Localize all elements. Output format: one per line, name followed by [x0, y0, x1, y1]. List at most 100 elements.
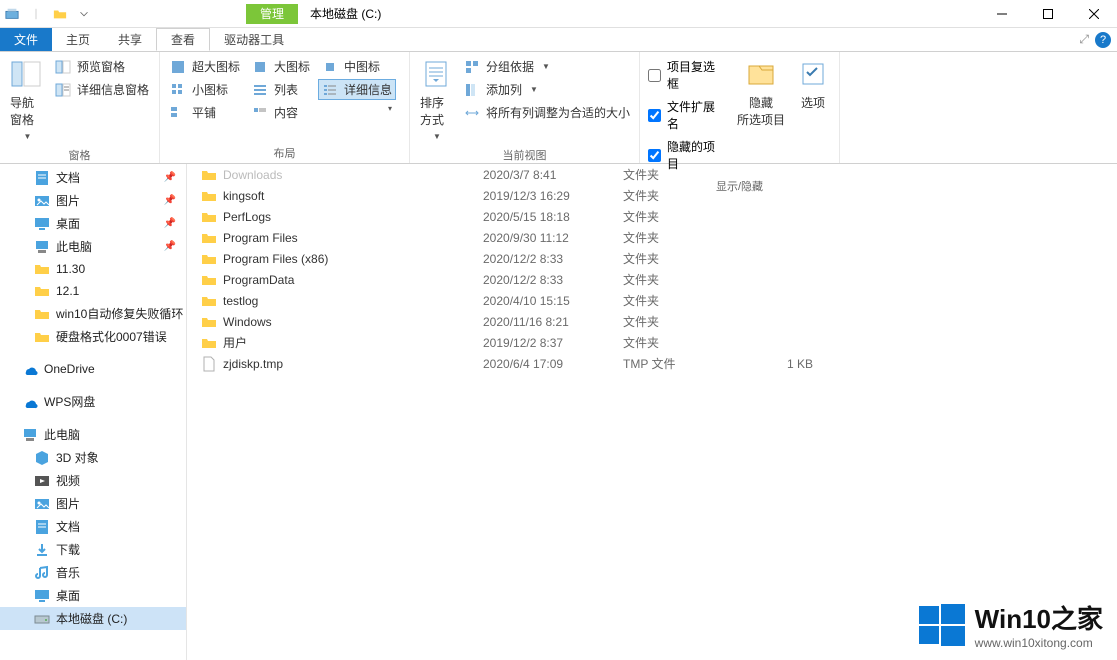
file-row-1[interactable]: kingsoft 2019/12/3 16:29 文件夹	[187, 185, 1117, 206]
sidebar-quick-4[interactable]: 11.30	[0, 258, 186, 280]
contextual-tab-manage[interactable]: 管理	[246, 4, 298, 24]
file-name: Program Files (x86)	[223, 252, 483, 266]
sidebar-pc-1[interactable]: 视频	[0, 469, 186, 492]
minimize-button[interactable]	[979, 0, 1025, 28]
sidebar-quick-7[interactable]: 硬盘格式化0007错误	[0, 325, 186, 348]
file-row-5[interactable]: ProgramData 2020/12/2 8:33 文件夹	[187, 269, 1117, 290]
details-pane-button[interactable]: 详细信息窗格	[51, 79, 153, 100]
item-checkboxes-toggle[interactable]: 项目复选框	[646, 56, 729, 94]
pin-icon: 📌	[164, 195, 176, 206]
ribbon-group-panes: 导航窗格 ▼ 预览窗格 详细信息窗格 窗格	[0, 52, 160, 163]
sidebar-quick-1[interactable]: 图片📌	[0, 189, 186, 212]
tab-drive-tools[interactable]: 驱动器工具	[210, 28, 298, 51]
file-row-9[interactable]: zjdiskp.tmp 2020/6/4 17:09 TMP 文件 1 KB	[187, 353, 1117, 374]
sort-by-button[interactable]: 排序方式 ▼	[414, 54, 458, 145]
file-name: Downloads	[223, 168, 483, 182]
navigation-pane[interactable]: 文档📌图片📌桌面📌此电脑📌11.3012.1win10自动修复失败循环硬盘格式化…	[0, 164, 187, 660]
group-label-panes: 窗格	[4, 145, 155, 165]
sidebar-quick-2[interactable]: 桌面📌	[0, 212, 186, 235]
quick-access-toolbar	[0, 0, 96, 27]
window-title: 本地磁盘 (C:)	[310, 5, 381, 22]
file-date: 2020/5/15 18:18	[483, 210, 623, 224]
nav-pane-button[interactable]: 导航窗格 ▼	[4, 54, 49, 145]
file-date: 2019/12/2 8:37	[483, 336, 623, 350]
content-button[interactable]: 内容	[248, 102, 314, 123]
file-type: 文件夹	[623, 187, 743, 204]
chevron-down-icon: ▾	[388, 104, 392, 113]
add-columns-button[interactable]: 添加列▼	[460, 79, 634, 100]
hide-selected-button[interactable]: 隐藏 所选项目	[731, 54, 791, 132]
extra-large-icons-button[interactable]: 超大图标	[166, 56, 244, 77]
nav-pane-label: 导航窗格	[10, 94, 43, 128]
file-row-7[interactable]: Windows 2020/11/16 8:21 文件夹	[187, 311, 1117, 332]
tiles-button[interactable]: 平铺	[166, 102, 244, 123]
sidebar-pc-2[interactable]: 图片	[0, 492, 186, 515]
sidebar-quick-5[interactable]: 12.1	[0, 280, 186, 302]
file-row-4[interactable]: Program Files (x86) 2020/12/2 8:33 文件夹	[187, 248, 1117, 269]
list-button[interactable]: 列表	[248, 79, 314, 100]
sidebar-pc-7[interactable]: 本地磁盘 (C:)	[0, 607, 186, 630]
sidebar-quick-0[interactable]: 文档📌	[0, 166, 186, 189]
file-name: Windows	[223, 315, 483, 329]
help-icon[interactable]: ?	[1095, 32, 1111, 48]
sidebar-pc-6[interactable]: 桌面	[0, 584, 186, 607]
sidebar-pc-3[interactable]: 文档	[0, 515, 186, 538]
layout-more-button[interactable]: ▾	[318, 102, 396, 115]
maximize-button[interactable]	[1025, 0, 1071, 28]
file-name: kingsoft	[223, 189, 483, 203]
file-type: 文件夹	[623, 313, 743, 330]
qat-dropdown[interactable]	[72, 0, 96, 28]
file-type: 文件夹	[623, 271, 743, 288]
windows-logo-icon	[919, 602, 965, 648]
hide-selected-label: 隐藏 所选项目	[737, 94, 785, 128]
system-icon[interactable]	[0, 0, 24, 28]
ribbon-group-layout: 超大图标 小图标 平铺 大图标 列表 内容 中图标 详细信息 ▾ 布局	[160, 52, 410, 163]
tab-view[interactable]: 查看	[156, 28, 210, 51]
tab-file[interactable]: 文件	[0, 28, 52, 51]
file-date: 2020/3/7 8:41	[483, 168, 623, 182]
file-extensions-toggle[interactable]: 文件扩展名	[646, 96, 729, 134]
large-icons-button[interactable]: 大图标	[248, 56, 314, 77]
close-button[interactable]	[1071, 0, 1117, 28]
sidebar-quick-3[interactable]: 此电脑📌	[0, 235, 186, 258]
file-row-3[interactable]: Program Files 2020/9/30 11:12 文件夹	[187, 227, 1117, 248]
file-row-8[interactable]: 用户 2019/12/2 8:37 文件夹	[187, 332, 1117, 353]
preview-pane-button[interactable]: 预览窗格	[51, 56, 153, 77]
file-row-0[interactable]: Downloads 2020/3/7 8:41 文件夹	[187, 164, 1117, 185]
group-by-button[interactable]: 分组依据▼	[460, 56, 634, 77]
file-type: 文件夹	[623, 166, 743, 183]
small-icons-button[interactable]: 小图标	[166, 79, 244, 100]
sidebar-pc-5[interactable]: 音乐	[0, 561, 186, 584]
file-name: Program Files	[223, 231, 483, 245]
file-type: 文件夹	[623, 229, 743, 246]
group-label-current-view: 当前视图	[414, 145, 635, 165]
sidebar-this-pc[interactable]: 此电脑	[0, 423, 186, 446]
tab-share[interactable]: 共享	[104, 28, 156, 51]
folder-icon[interactable]	[48, 0, 72, 28]
sidebar-onedrive[interactable]: OneDrive	[0, 358, 186, 380]
sidebar-quick-6[interactable]: win10自动修复失败循环	[0, 302, 186, 325]
sort-by-label: 排序方式	[420, 94, 452, 128]
file-name: zjdiskp.tmp	[223, 357, 483, 371]
file-list[interactable]: Downloads 2020/3/7 8:41 文件夹 kingsoft 201…	[187, 164, 1117, 660]
file-name: ProgramData	[223, 273, 483, 287]
file-type: 文件夹	[623, 250, 743, 267]
ribbon-group-show-hide: 项目复选框 文件扩展名 隐藏的项目 隐藏 所选项目 选项 显示/隐藏	[640, 52, 840, 163]
options-button[interactable]: 选项	[791, 54, 835, 115]
file-row-6[interactable]: testlog 2020/4/10 15:15 文件夹	[187, 290, 1117, 311]
autosize-columns-button[interactable]: 将所有列调整为合适的大小	[460, 102, 634, 123]
details-view-button[interactable]: 详细信息	[318, 79, 396, 100]
file-type: 文件夹	[623, 334, 743, 351]
file-date: 2020/6/4 17:09	[483, 357, 623, 371]
tab-home[interactable]: 主页	[52, 28, 104, 51]
pin-icon: 📌	[164, 218, 176, 229]
sidebar-pc-0[interactable]: 3D 对象	[0, 446, 186, 469]
minimize-ribbon-icon[interactable]: ⤢	[1079, 32, 1089, 47]
file-type: 文件夹	[623, 292, 743, 309]
sidebar-pc-4[interactable]: 下载	[0, 538, 186, 561]
file-date: 2020/9/30 11:12	[483, 231, 623, 245]
sidebar-wps[interactable]: WPS网盘	[0, 390, 186, 413]
file-row-2[interactable]: PerfLogs 2020/5/15 18:18 文件夹	[187, 206, 1117, 227]
medium-icons-button[interactable]: 中图标	[318, 56, 396, 77]
file-date: 2020/12/2 8:33	[483, 273, 623, 287]
